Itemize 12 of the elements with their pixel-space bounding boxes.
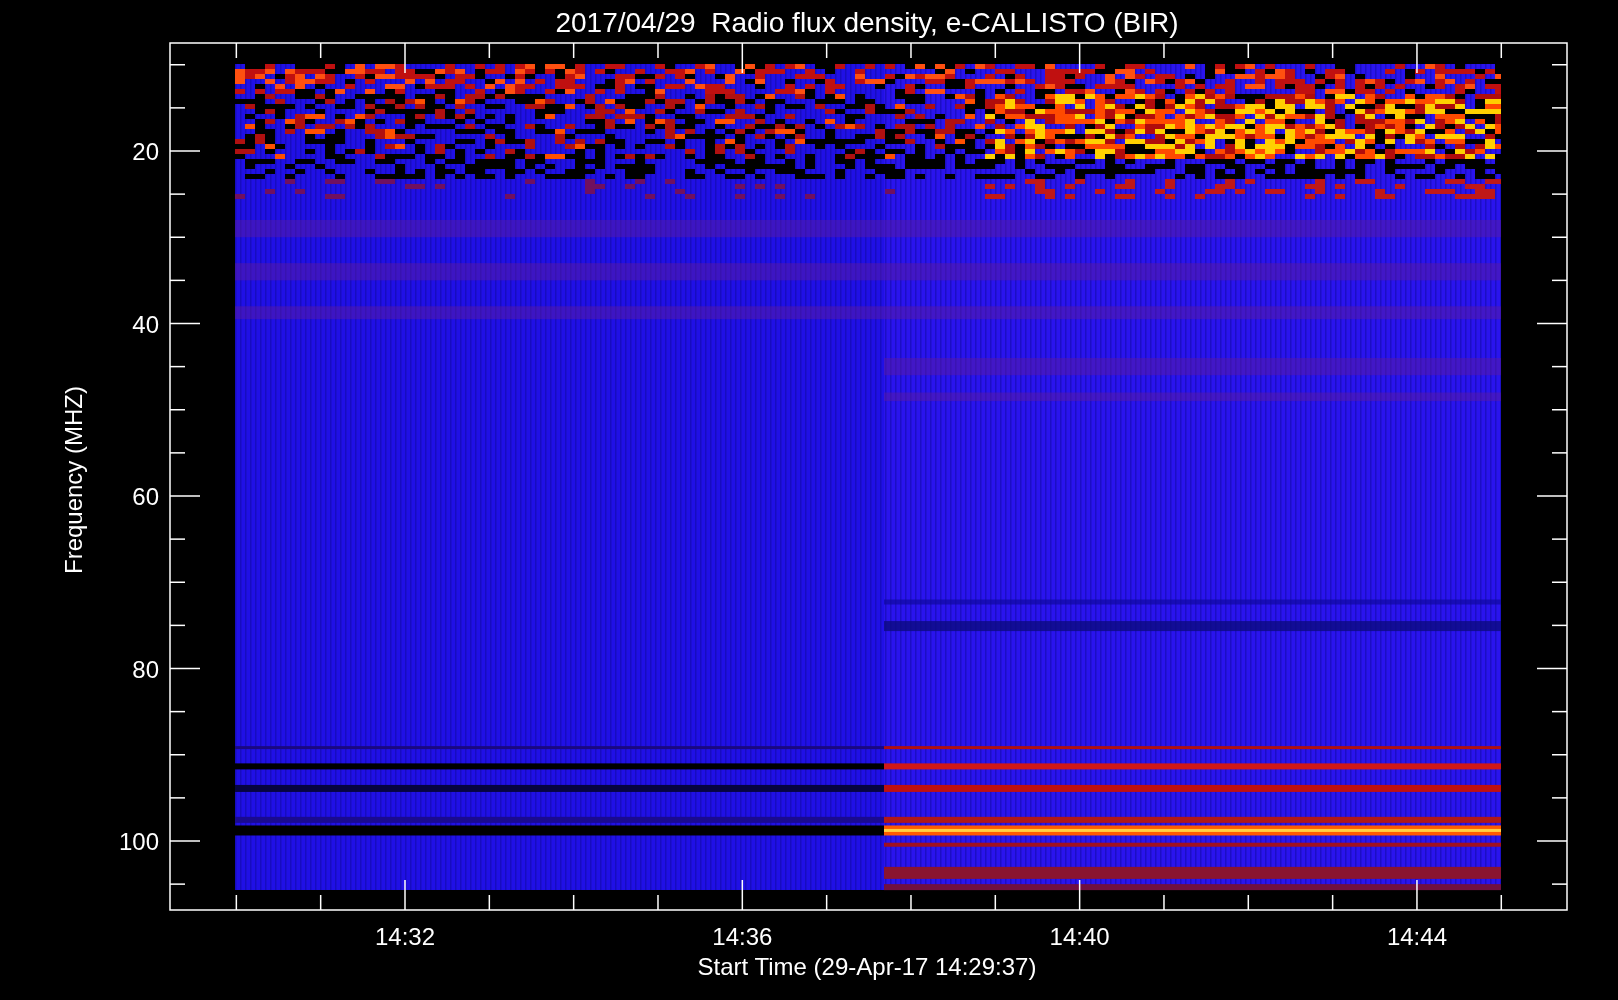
axis-tick-label: 40 <box>132 310 159 338</box>
axis-tick-label: 100 <box>118 828 159 855</box>
axis-tick-label: 80 <box>132 655 159 683</box>
axis-tick-label: 20 <box>132 138 159 165</box>
axis-tick-label: 14:32 <box>374 923 436 950</box>
axis-tick-label: 60 <box>132 483 159 510</box>
axis-title: Frequency (MHZ) <box>60 386 87 574</box>
chart-title: 2017/04/29 Radio flux density, e-CALLISTO (BIR) <box>555 7 1179 38</box>
axis-tick-label: 14:36 <box>712 923 773 950</box>
axis-title: Start Time (29-Apr-17 14:29:37) <box>697 953 1037 980</box>
axis-tick-label: 14:44 <box>1386 923 1447 950</box>
axis-tick-label: 14:40 <box>1049 923 1110 950</box>
